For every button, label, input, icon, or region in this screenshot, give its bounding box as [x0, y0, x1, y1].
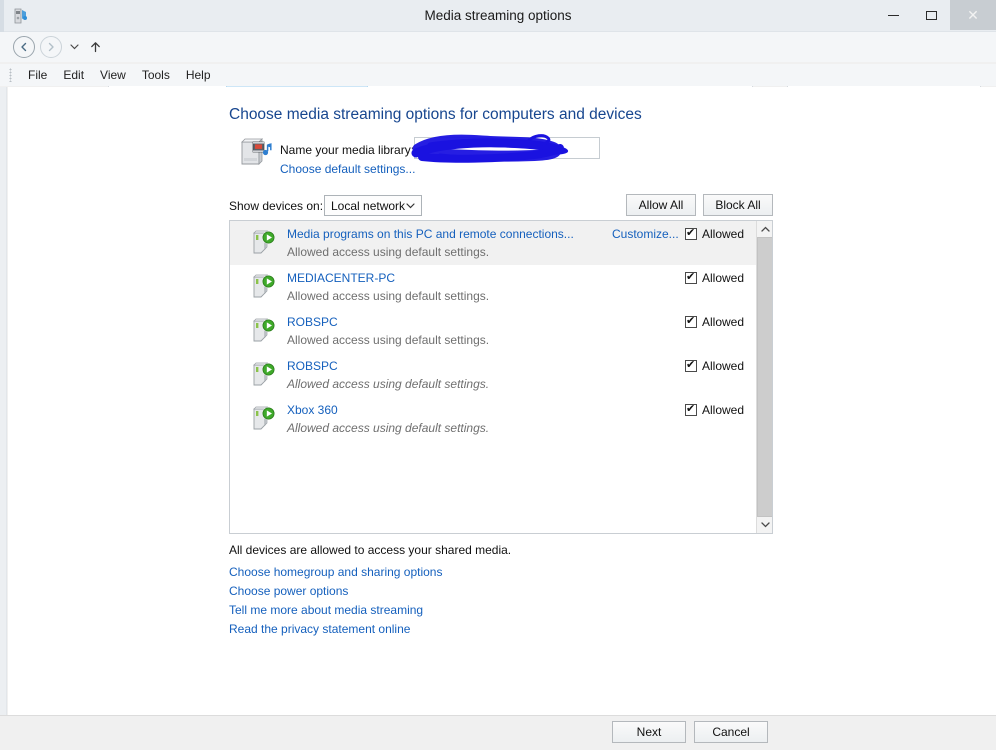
menu-item-edit[interactable]: Edit [55, 66, 92, 84]
status-line: All devices are allowed to access your s… [229, 543, 511, 557]
device-name[interactable]: ROBSPC [287, 359, 338, 373]
show-devices-select[interactable]: Local network [324, 195, 422, 216]
scroll-up-button[interactable] [757, 221, 773, 237]
pc-media-device-icon [249, 271, 279, 301]
back-button[interactable] [13, 36, 35, 58]
main-content: Choose media streaming options for compu… [8, 87, 996, 715]
device-allowed-checkbox[interactable]: Allowed [685, 359, 744, 373]
media-library-drive-icon [236, 134, 272, 170]
pc-media-device-icon [249, 403, 279, 433]
checkbox-checked-icon [685, 316, 697, 328]
pc-media-device-icon [249, 359, 279, 389]
maximize-icon [926, 11, 937, 20]
pc-media-device-icon [249, 315, 279, 345]
link-power-options[interactable]: Choose power options [229, 583, 442, 600]
close-button[interactable]: ✕ [950, 0, 996, 30]
close-icon: ✕ [967, 8, 979, 22]
device-allowed-checkbox[interactable]: Allowed [685, 315, 744, 329]
device-list: Media programs on this PC and remote con… [229, 220, 773, 534]
device-status: Allowed access using default settings. [287, 245, 489, 259]
device-allowed-checkbox[interactable]: Allowed [685, 271, 744, 285]
chevron-down-icon [761, 522, 770, 528]
chevron-down-icon [406, 201, 415, 211]
chevron-up-icon [761, 226, 770, 232]
device-status: Allowed access using default settings. [287, 289, 489, 303]
menu-item-view[interactable]: View [92, 66, 134, 84]
checkbox-checked-icon [685, 228, 697, 240]
device-name[interactable]: ROBSPC [287, 315, 338, 329]
forward-arrow-icon [46, 42, 56, 52]
block-all-button[interactable]: Block All [703, 194, 773, 216]
device-allowed-label: Allowed [702, 271, 744, 285]
next-button[interactable]: Next [612, 721, 686, 743]
forward-button[interactable] [40, 36, 62, 58]
choose-default-settings-link[interactable]: Choose default settings... [280, 162, 415, 176]
link-homegroup-sharing-options[interactable]: Choose homegroup and sharing options [229, 564, 442, 581]
pc-media-device-icon [249, 227, 279, 257]
menu-item-tools[interactable]: Tools [134, 66, 178, 84]
back-arrow-icon [19, 42, 29, 52]
link-privacy-statement[interactable]: Read the privacy statement online [229, 621, 442, 638]
device-status: Allowed access using default settings. [287, 377, 489, 391]
device-allowed-label: Allowed [702, 403, 744, 417]
show-devices-selected-value: Local network [331, 199, 405, 213]
button-bar [0, 715, 996, 750]
menu-grip-handle[interactable] [9, 68, 12, 82]
device-row[interactable]: MEDIACENTER-PC Allowed access using defa… [230, 265, 757, 309]
cancel-button[interactable]: Cancel [694, 721, 768, 743]
scrollbar-thumb[interactable] [757, 237, 773, 517]
menu-item-help[interactable]: Help [178, 66, 219, 84]
device-allowed-label: Allowed [702, 359, 744, 373]
minimize-button[interactable] [874, 0, 912, 30]
maximize-button[interactable] [912, 0, 950, 30]
address-bar: ▸ Control Panel ▸ All Control Panel Item… [0, 32, 996, 62]
menu-item-file[interactable]: File [20, 66, 55, 84]
device-status: Allowed access using default settings. [287, 421, 489, 435]
title-bar: Media streaming options ✕ [0, 0, 996, 32]
device-rows: Media programs on this PC and remote con… [230, 221, 757, 533]
customize-link[interactable]: Customize... [612, 227, 679, 241]
media-library-name-input[interactable] [414, 137, 600, 159]
up-button[interactable] [86, 36, 104, 58]
device-row[interactable]: ROBSPC Allowed access using default sett… [230, 353, 757, 397]
show-devices-label: Show devices on: [229, 199, 323, 213]
recent-locations-button[interactable] [66, 36, 82, 58]
device-name[interactable]: MEDIACENTER-PC [287, 271, 395, 285]
device-row[interactable]: Xbox 360 Allowed access using default se… [230, 397, 757, 441]
page-title: Choose media streaming options for compu… [229, 106, 642, 124]
device-list-scrollbar[interactable] [756, 221, 772, 533]
device-name[interactable]: Media programs on this PC and remote con… [287, 227, 574, 241]
device-name[interactable]: Xbox 360 [287, 403, 338, 417]
device-row[interactable]: Media programs on this PC and remote con… [230, 221, 757, 265]
up-arrow-icon [90, 41, 101, 53]
menu-bar: File Edit View Tools Help [0, 64, 996, 86]
minimize-icon [888, 15, 899, 16]
left-pane [0, 87, 7, 715]
chevron-down-icon [70, 44, 79, 50]
media-streaming-options-window: Media streaming options ✕ [0, 0, 996, 750]
device-allowed-label: Allowed [702, 227, 744, 241]
device-status: Allowed access using default settings. [287, 333, 489, 347]
device-allowed-checkbox[interactable]: Allowed [685, 227, 744, 241]
related-links: Choose homegroup and sharing options Cho… [229, 564, 442, 638]
allow-all-button[interactable]: Allow All [626, 194, 696, 216]
checkbox-checked-icon [685, 272, 697, 284]
device-allowed-label: Allowed [702, 315, 744, 329]
window-controls: ✕ [874, 0, 996, 30]
media-library-label: Name your media library: [280, 143, 414, 157]
checkbox-checked-icon [685, 404, 697, 416]
window-title: Media streaming options [0, 0, 996, 32]
device-row[interactable]: ROBSPC Allowed access using default sett… [230, 309, 757, 353]
link-tell-me-more[interactable]: Tell me more about media streaming [229, 602, 442, 619]
scroll-down-button[interactable] [757, 517, 773, 533]
device-allowed-checkbox[interactable]: Allowed [685, 403, 744, 417]
checkbox-checked-icon [685, 360, 697, 372]
